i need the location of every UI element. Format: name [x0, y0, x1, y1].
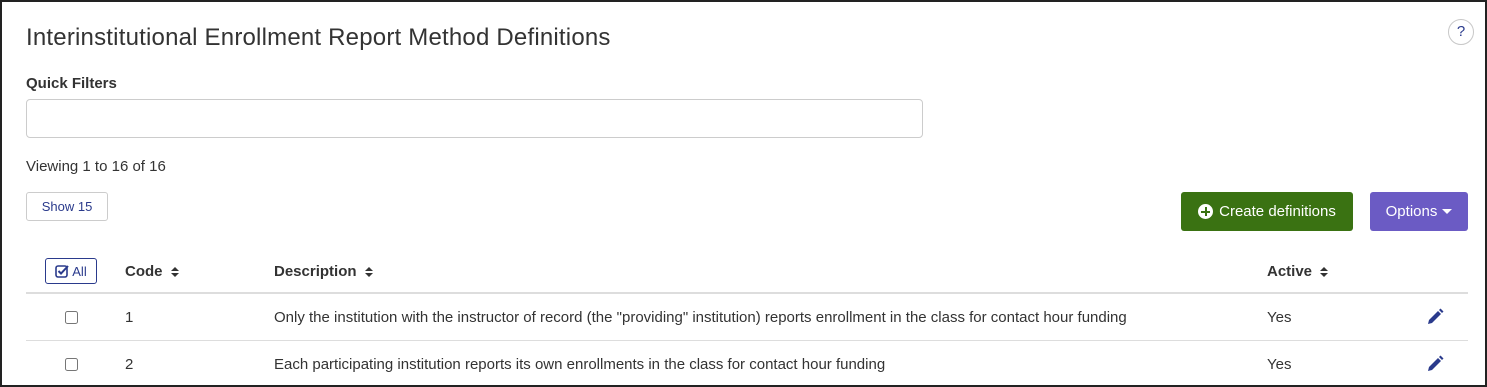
question-icon: ?: [1456, 23, 1466, 40]
select-all-label: All: [72, 263, 87, 279]
quick-filters-label: Quick Filters: [26, 75, 117, 92]
sort-icon: [1320, 266, 1329, 277]
create-definitions-label: Create definitions: [1219, 203, 1336, 220]
row-code: 1: [125, 309, 134, 326]
page-title: Interinstitutional Enrollment Report Met…: [26, 24, 611, 51]
page-frame: Interinstitutional Enrollment Report Met…: [0, 0, 1487, 387]
row-description: Only the institution with the instructor…: [274, 309, 1127, 326]
quick-filters-input[interactable]: [26, 99, 923, 138]
help-button[interactable]: ?: [1448, 19, 1474, 45]
sort-icon: [364, 266, 373, 277]
row-checkbox[interactable]: [65, 311, 78, 324]
create-definitions-button[interactable]: Create definitions: [1181, 192, 1353, 231]
pencil-icon[interactable]: [1425, 354, 1445, 374]
check-square-icon: [55, 265, 69, 278]
options-label: Options: [1385, 203, 1438, 220]
select-all-button[interactable]: All: [45, 258, 97, 284]
column-header-description[interactable]: Description: [274, 263, 373, 280]
row-description: Each participating institution reports i…: [274, 356, 886, 373]
plus-circle-icon: [1198, 204, 1214, 219]
viewing-count: Viewing 1 to 16 of 16: [26, 158, 166, 175]
row-active: Yes: [1267, 309, 1292, 326]
table-row: 1 Only the institution with the instruct…: [26, 294, 1468, 341]
caret-down-icon: [1442, 209, 1453, 214]
pencil-icon[interactable]: [1425, 307, 1445, 327]
sort-icon: [170, 266, 179, 277]
table-row: 2 Each participating institution reports…: [26, 341, 1468, 385]
show-count-button[interactable]: Show 15: [26, 192, 108, 221]
row-active: Yes: [1267, 356, 1292, 373]
column-header-active[interactable]: Active: [1267, 263, 1329, 280]
row-checkbox[interactable]: [65, 358, 78, 371]
row-code: 2: [125, 356, 134, 373]
column-header-active-label: Active: [1267, 263, 1313, 280]
table-header: All Code Description Active: [26, 252, 1468, 294]
column-header-code[interactable]: Code: [125, 263, 179, 280]
options-button[interactable]: Options: [1370, 192, 1468, 231]
column-header-code-label: Code: [125, 263, 163, 280]
column-header-description-label: Description: [274, 263, 357, 280]
